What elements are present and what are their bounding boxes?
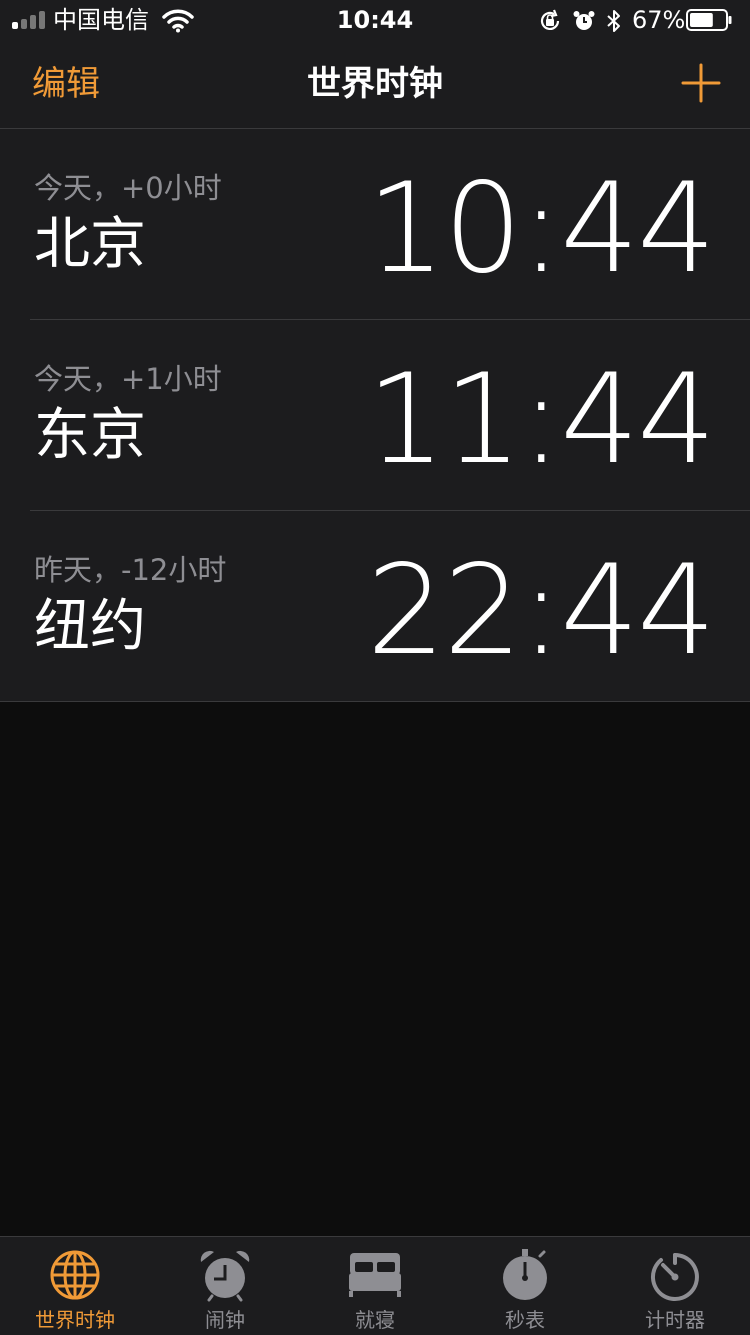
tab-alarm[interactable]: 闹钟 (150, 1237, 300, 1335)
status-bar: 中国电信 10:44 67% (0, 0, 750, 40)
clock-offset: 昨天，-12小时 (34, 553, 227, 587)
clock-row-tokyo[interactable]: 今天，+1小时 东京 11:44 (0, 320, 750, 511)
tab-label: 世界时钟 (35, 1308, 115, 1332)
clock-time: 22:44 (366, 539, 716, 683)
plus-icon[interactable] (680, 62, 722, 104)
clock-time: 10:44 (366, 157, 716, 301)
tab-label: 秒表 (505, 1308, 545, 1332)
clock-offset: 今天，+1小时 (34, 362, 222, 396)
page-title: 世界时钟 (307, 64, 443, 104)
clock-row-new-york[interactable]: 昨天，-12小时 纽约 22:44 (0, 511, 750, 702)
tab-label: 计时器 (645, 1308, 705, 1332)
rotation-lock-icon (540, 9, 560, 30)
tab-bedtime[interactable]: 就寝 (300, 1237, 450, 1335)
stopwatch-icon (503, 1249, 547, 1300)
tab-label: 就寝 (355, 1308, 395, 1332)
globe-icon (50, 1250, 100, 1300)
tab-timer[interactable]: 计时器 (600, 1237, 750, 1335)
tab-label: 闹钟 (205, 1308, 245, 1332)
clock-city: 北京 (34, 212, 146, 277)
clock-row-beijing[interactable]: 今天，+0小时 北京 10:44 (0, 129, 750, 320)
clock-time: 11:44 (366, 348, 716, 492)
bluetooth-icon (607, 10, 620, 32)
navigation-bar: 编辑 世界时钟 (0, 40, 750, 129)
bed-icon (349, 1253, 401, 1297)
tab-bar: 世界时钟 闹钟 就寝 秒表 计时器 (0, 1236, 750, 1335)
tab-stopwatch[interactable]: 秒表 (450, 1237, 600, 1335)
clock-city: 纽约 (34, 594, 146, 659)
tab-world-clock[interactable]: 世界时钟 (0, 1237, 150, 1335)
alarm-icon (573, 11, 595, 30)
alarm-clock-icon (200, 1250, 250, 1302)
timer-icon (650, 1253, 699, 1301)
clock-city: 东京 (34, 403, 146, 468)
battery-percent: 67% (632, 6, 686, 34)
world-clock-list: 今天，+0小时 北京 10:44 今天，+1小时 东京 11:44 昨天，-12… (0, 129, 750, 702)
row-separator (0, 701, 750, 702)
battery-icon (686, 9, 732, 31)
clock-offset: 今天，+0小时 (34, 171, 222, 205)
